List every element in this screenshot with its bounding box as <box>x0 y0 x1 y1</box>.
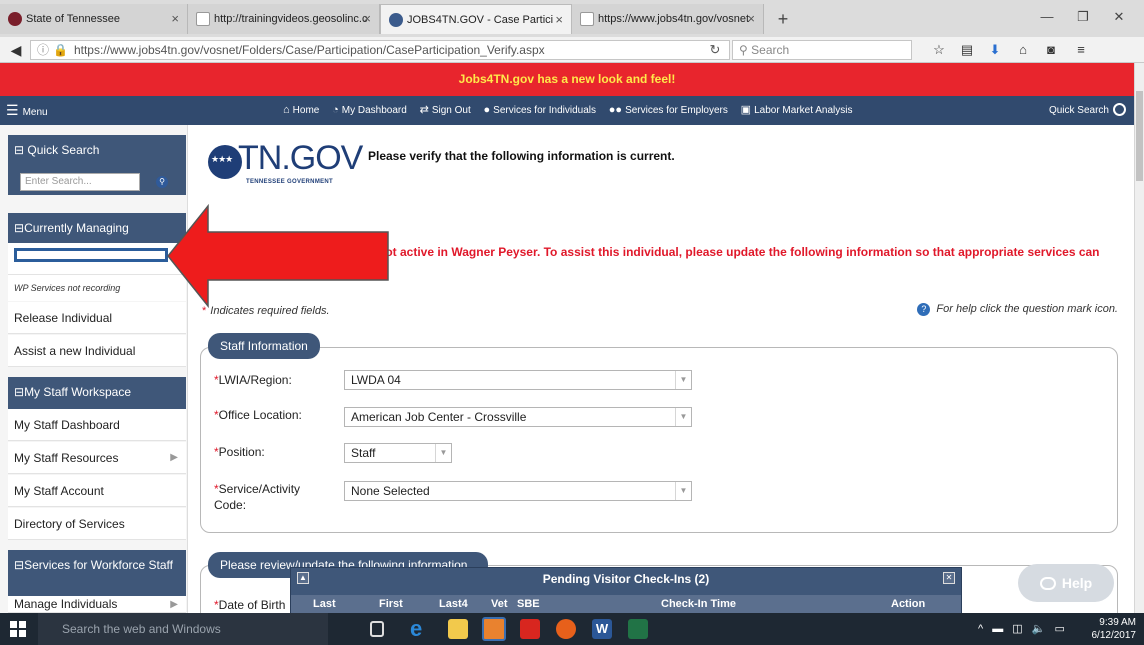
excel-icon[interactable] <box>628 619 648 639</box>
col-action[interactable]: Action <box>891 595 925 614</box>
col-last4[interactable]: Last4 <box>439 595 468 614</box>
windows-start-icon[interactable] <box>10 621 26 637</box>
col-vet[interactable]: Vet <box>491 595 508 614</box>
pending-checkins-panel: ▲ Pending Visitor Check-Ins (2) ✕ Last F… <box>290 567 962 614</box>
windows-taskbar: Search the web and Windows e W ^ ▬ ◫ 🔈 ▭… <box>0 613 1144 645</box>
battery-icon[interactable]: ▬ <box>992 623 1003 635</box>
clock-date: 6/12/2017 <box>1091 630 1137 641</box>
clock-time: 9:39 AM <box>1099 617 1136 628</box>
red-arrow-icon <box>167 203 389 309</box>
chat-bubble-icon <box>1039 577 1056 590</box>
col-checkin-time[interactable]: Check-In Time <box>661 595 736 614</box>
chevron-up-icon[interactable]: ^ <box>978 623 983 635</box>
volume-icon[interactable]: 🔈 <box>1032 623 1046 635</box>
clock[interactable]: 9:39 AM 6/12/2017 <box>1086 616 1137 642</box>
close-panel-icon[interactable]: ✕ <box>943 572 955 584</box>
red-arrow-annotation <box>167 203 389 309</box>
network-icon[interactable]: ◫ <box>1012 623 1022 635</box>
pending-checkins-header: Last First Last4 Vet SBE Check-In Time A… <box>291 595 961 614</box>
acrobat-icon[interactable] <box>520 619 540 639</box>
word-icon[interactable]: W <box>592 619 612 639</box>
task-view-icon[interactable] <box>370 621 384 637</box>
outlook-icon[interactable] <box>482 617 506 641</box>
file-explorer-icon[interactable] <box>448 619 468 639</box>
firefox-icon[interactable] <box>556 619 576 639</box>
notification-icon[interactable]: ▭ <box>1055 623 1065 635</box>
col-sbe[interactable]: SBE <box>517 595 540 614</box>
col-last[interactable]: Last <box>313 595 336 614</box>
help-label: Help <box>1061 575 1093 591</box>
help-button[interactable]: Help <box>1018 564 1114 602</box>
system-tray: ^ ▬ ◫ 🔈 ▭ <box>978 613 1065 645</box>
col-first[interactable]: First <box>379 595 403 614</box>
edge-browser-icon[interactable]: e <box>410 618 430 640</box>
pending-checkins-title[interactable]: Pending Visitor Check-Ins (2) <box>291 568 961 590</box>
taskbar-search-input[interactable]: Search the web and Windows <box>38 613 328 645</box>
